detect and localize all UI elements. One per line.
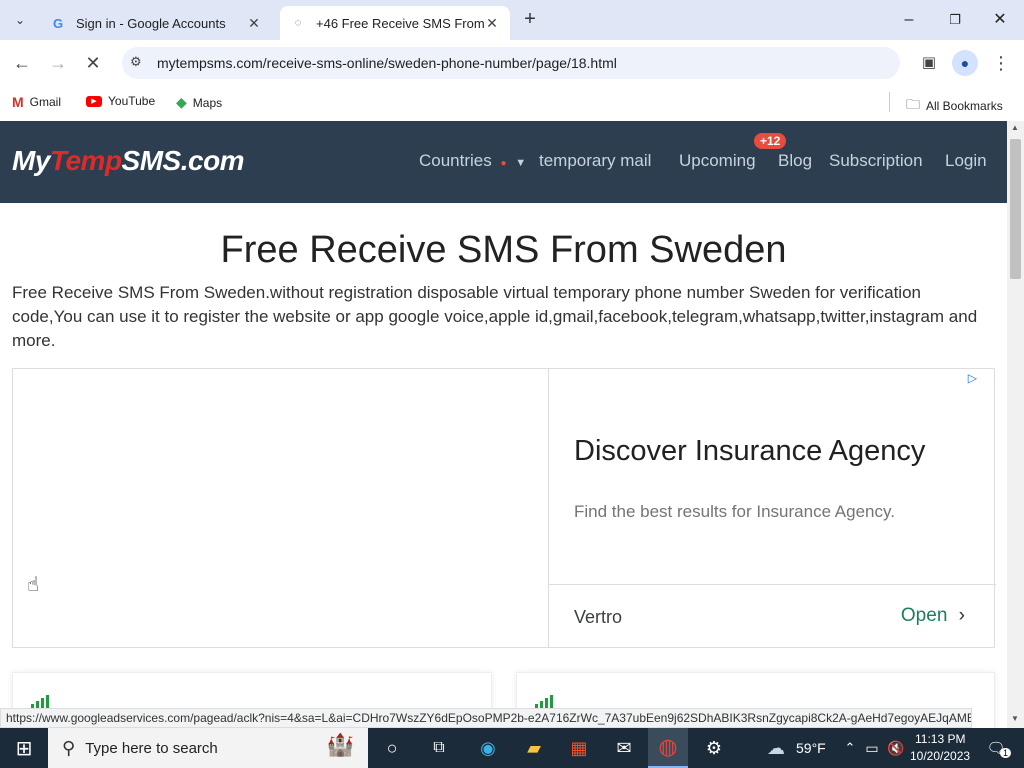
tab-close-icon[interactable]: ✕ <box>246 15 262 32</box>
tab-close-icon[interactable]: ✕ <box>484 15 500 32</box>
side-panel-icon[interactable]: ▣ <box>916 50 942 76</box>
nav-login[interactable]: Login <box>945 151 987 171</box>
youtube-icon: ▶ <box>86 95 102 107</box>
nav-countries[interactable]: Countries ● ▼ <box>419 151 526 171</box>
nav-countries-label: Countries <box>419 151 492 170</box>
bookmark-label: Maps <box>192 95 223 110</box>
gmail-icon: M <box>12 94 24 110</box>
ad-content-panel[interactable]: ▷ Discover Insurance Agency Find the bes… <box>548 369 996 647</box>
bookmark-youtube[interactable]: ▶ YouTube <box>86 94 155 108</box>
bookmarks-divider <box>889 92 890 112</box>
back-button[interactable]: ← <box>9 50 35 76</box>
new-tab-button[interactable]: + <box>518 8 542 32</box>
all-bookmarks-button[interactable]: 🗀 All Bookmarks <box>906 94 1003 118</box>
scroll-down-arrow-icon[interactable]: ▼ <box>1011 714 1019 723</box>
site-logo[interactable]: MyTempSMS.com <box>12 145 245 177</box>
site-navbar: MyTempSMS.com Countries ● ▼ temporary ma… <box>0 121 1007 203</box>
link-status-bar: https://www.googleadservices.com/pagead/… <box>0 708 972 728</box>
windows-taskbar: ⊞ ⚲ Type here to search 🏰 ○ ⧉ ◉ ▰ ▦ ✉ ◍ … <box>0 728 1024 768</box>
weather-cloud-icon[interactable]: ☁ <box>762 734 790 762</box>
upcoming-count-badge: +12 <box>754 133 787 149</box>
stop-loading-button[interactable]: ✕ <box>80 50 106 76</box>
signal-icon <box>535 695 553 708</box>
forward-button[interactable]: → <box>45 50 71 76</box>
mouse-cursor-hand-icon: ☝ <box>27 574 40 596</box>
all-bookmarks-label: All Bookmarks <box>926 99 1003 113</box>
taskbar-search-placeholder: Type here to search <box>85 739 218 757</box>
clock-time[interactable]: 11:13 PM <box>915 732 965 746</box>
folder-icon: 🗀 <box>906 96 920 112</box>
page-title: Free Receive SMS From Sweden <box>220 229 787 271</box>
maps-icon: ◆ <box>176 94 187 110</box>
signal-icon <box>31 695 49 708</box>
logo-part-my: My <box>12 145 50 176</box>
scroll-up-arrow-icon[interactable]: ▲ <box>1011 123 1019 132</box>
ad-advertiser: Vertro <box>574 607 623 627</box>
volume-muted-icon[interactable]: 🔇 <box>882 734 910 762</box>
bookmarks-bar: M Gmail ▶ YouTube ◆ Maps 🗀 All Bookmarks <box>0 86 1024 120</box>
ad-headline[interactable]: Discover Insurance Agency <box>574 435 925 468</box>
ad-banner[interactable]: ▷ Discover Insurance Agency Find the bes… <box>12 368 996 648</box>
taskbar-search-box[interactable]: ⚲ Type here to search 🏰 <box>48 728 368 768</box>
scrollbar-thumb[interactable] <box>1010 139 1021 279</box>
tab-title: +46 Free Receive SMS From Sw <box>316 15 484 31</box>
address-bar[interactable]: ⚙ mytempsms.com/receive-sms-online/swede… <box>122 47 900 79</box>
nav-blog[interactable]: Blog <box>778 151 812 171</box>
logo-part-sms: SMS.com <box>121 145 245 176</box>
weather-temperature[interactable]: 59°F <box>796 740 826 756</box>
windows-start-icon[interactable]: ⊞ <box>10 734 38 762</box>
tab-google-accounts[interactable]: G Sign in - Google Accounts ✕ <box>40 6 272 40</box>
bookmark-maps[interactable]: ◆ Maps <box>176 94 222 111</box>
maximize-button[interactable]: ❐ <box>943 8 967 32</box>
red-dot-icon: ● <box>500 158 507 169</box>
ad-divider <box>549 584 996 585</box>
tab-search-chevron-icon[interactable]: ⌄ <box>10 10 30 30</box>
close-window-button[interactable]: ✕ <box>988 8 1012 32</box>
nav-upcoming[interactable]: Upcoming <box>679 151 756 171</box>
nav-temporary-mail[interactable]: temporary mail <box>539 151 651 171</box>
tab-mytempsms[interactable]: ◌ +46 Free Receive SMS From Sw ✕ <box>280 6 510 40</box>
edge-icon[interactable]: ◉ <box>474 734 502 762</box>
chevron-right-icon: › <box>958 605 965 626</box>
page-intro-text: Free Receive SMS From Sweden.without reg… <box>12 283 978 350</box>
ad-description: Find the best results for Insurance Agen… <box>574 502 895 521</box>
google-g-icon: G <box>52 15 64 31</box>
nav-subscription[interactable]: Subscription <box>829 151 923 171</box>
ad-open-label: Open <box>900 605 948 626</box>
halloween-search-art-icon: 🏰 <box>326 732 354 757</box>
adchoices-icon[interactable]: ▷ <box>968 371 977 385</box>
site-info-icon[interactable]: ⚙ <box>130 54 142 70</box>
microsoft-store-icon[interactable]: ▦ <box>565 734 593 762</box>
search-icon: ⚲ <box>62 737 76 758</box>
caret-down-icon: ▼ <box>515 157 527 169</box>
mail-icon[interactable]: ✉ <box>610 734 638 762</box>
profile-avatar[interactable]: ● <box>952 50 978 76</box>
minimize-button[interactable]: – <box>897 8 921 32</box>
settings-gear-icon[interactable]: ⚙ <box>700 734 728 762</box>
web-page: MyTempSMS.com Countries ● ▼ temporary ma… <box>0 121 1007 728</box>
address-url[interactable]: mytempsms.com/receive-sms-online/sweden-… <box>157 55 617 71</box>
tab-strip: ⌄ G Sign in - Google Accounts ✕ ◌ +46 Fr… <box>0 0 1024 40</box>
bookmark-label: YouTube <box>108 94 156 108</box>
ad-open-button[interactable]: Open › <box>901 605 965 627</box>
menu-kebab-icon[interactable]: ⋮ <box>988 50 1014 76</box>
logo-part-temp: Temp <box>49 145 122 176</box>
tab-title: Sign in - Google Accounts <box>76 15 226 31</box>
file-explorer-icon[interactable]: ▰ <box>520 734 548 762</box>
vertical-scrollbar[interactable]: ▲ ▼ <box>1007 121 1024 728</box>
bookmark-label: Gmail <box>29 95 62 109</box>
clock-date[interactable]: 10/20/2023 <box>910 749 970 763</box>
bookmark-gmail[interactable]: M Gmail <box>12 94 61 110</box>
notification-count: 1 <box>1000 748 1012 758</box>
loading-spinner-icon: ◌ <box>294 17 302 29</box>
task-view-icon[interactable]: ⧉ <box>425 734 453 762</box>
cortana-icon[interactable]: ○ <box>378 734 406 762</box>
chrome-icon[interactable]: ◍ <box>648 728 688 768</box>
